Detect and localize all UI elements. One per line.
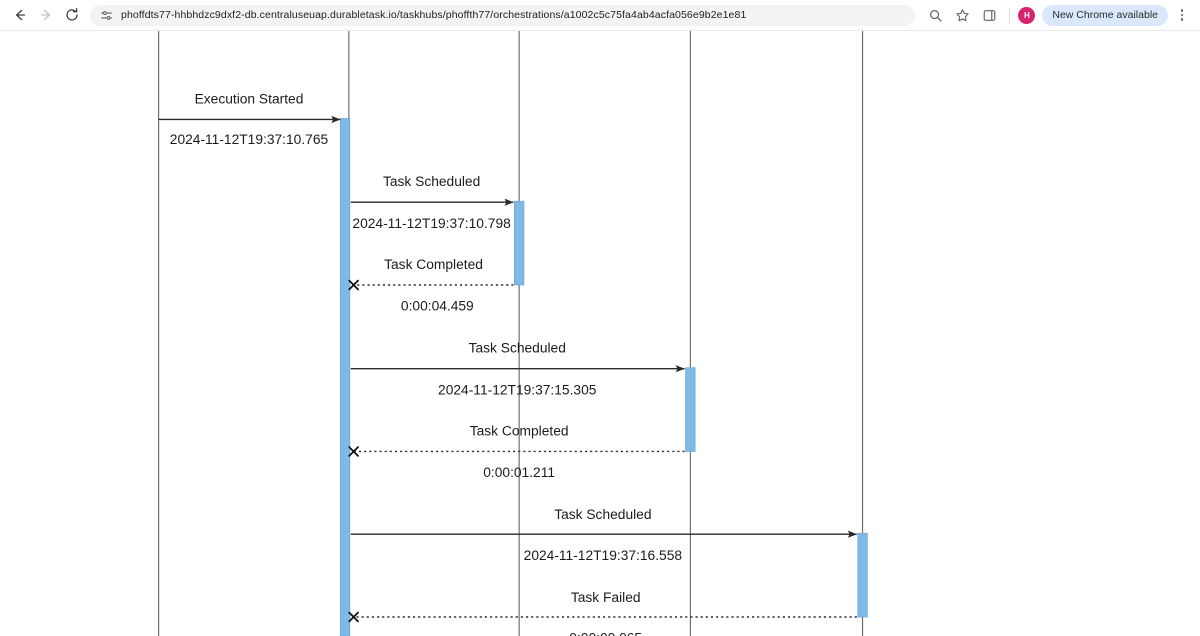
message-label: Task Scheduled bbox=[383, 174, 480, 189]
message-6[interactable]: Task Scheduled 2024-11-12T19:37:16.558 bbox=[350, 507, 858, 563]
message-detail: 0:00:01.211 bbox=[483, 465, 555, 480]
message-5[interactable]: Task Completed 0:00:01.211 bbox=[348, 423, 685, 480]
message-4[interactable]: Task Scheduled 2024-11-12T19:37:15.305 bbox=[350, 341, 685, 398]
message-label: Task Completed bbox=[384, 257, 483, 272]
kebab-dot bbox=[1180, 13, 1184, 17]
chrome-update-pill[interactable]: New Chrome available bbox=[1042, 4, 1168, 26]
reload-icon bbox=[66, 7, 78, 21]
message-label: Task Completed bbox=[470, 423, 569, 438]
message-1[interactable]: Execution Started 2024-11-12T19:37:10.765 bbox=[158, 91, 341, 147]
forward-button[interactable] bbox=[34, 3, 58, 27]
address-bar-url[interactable]: phoffdts77-hhbhdzc9dxf2-db.centraluseuap… bbox=[121, 5, 746, 26]
toolbar-divider bbox=[1009, 7, 1011, 23]
activation-bar-activity1[interactable] bbox=[514, 200, 525, 286]
sequence-diagram: Execution Started 2024-11-12T19:37:10.765… bbox=[158, 31, 868, 636]
bookmark-button[interactable] bbox=[950, 3, 974, 27]
return-terminator-x-icon bbox=[348, 446, 359, 457]
reload-button[interactable] bbox=[60, 3, 84, 27]
activation-bar-activity3[interactable] bbox=[857, 532, 868, 618]
arrow-left-icon bbox=[15, 9, 26, 21]
messages: Execution Started 2024-11-12T19:37:10.765… bbox=[158, 91, 858, 636]
message-label: Execution Started bbox=[195, 91, 304, 106]
message-3[interactable]: Task Completed 0:00:04.459 bbox=[348, 257, 514, 314]
back-button[interactable] bbox=[8, 3, 32, 27]
toolbar-actions: H New Chrome available bbox=[923, 3, 1192, 27]
search-zoom-icon bbox=[929, 9, 942, 21]
kebab-dot bbox=[1180, 18, 1184, 21]
message-label: Task Scheduled bbox=[469, 341, 566, 356]
browser-toolbar: phoffdts77-hhbhdzc9dxf2-db.centraluseuap… bbox=[0, 0, 1200, 31]
side-panel-icon bbox=[983, 9, 996, 21]
activation-bar-activity2[interactable] bbox=[685, 367, 696, 452]
message-label: Task Scheduled bbox=[554, 507, 651, 522]
site-settings-icon[interactable] bbox=[100, 9, 113, 22]
kebab-dot bbox=[1180, 9, 1184, 12]
arrow-right-icon bbox=[40, 9, 51, 21]
message-2[interactable]: Task Scheduled 2024-11-12T19:37:10.798 bbox=[350, 174, 514, 231]
message-detail: 2024-11-12T19:37:16.558 bbox=[524, 548, 683, 563]
address-bar[interactable]: phoffdts77-hhbhdzc9dxf2-db.centraluseuap… bbox=[90, 4, 916, 26]
message-detail: 2024-11-12T19:37:10.798 bbox=[352, 216, 511, 231]
page-content: Execution Started 2024-11-12T19:37:10.765… bbox=[0, 31, 1200, 636]
star-icon bbox=[956, 8, 969, 21]
message-detail: 2024-11-12T19:37:15.305 bbox=[438, 382, 597, 397]
tune-icon bbox=[101, 10, 112, 20]
profile-avatar[interactable]: H bbox=[1018, 6, 1036, 24]
chrome-menu-button[interactable] bbox=[1172, 3, 1192, 27]
lifelines bbox=[158, 31, 864, 636]
message-detail: 0:00:04.459 bbox=[401, 299, 474, 314]
side-panel-button[interactable] bbox=[977, 3, 1001, 27]
activation-bar-orchestrator[interactable] bbox=[339, 118, 351, 636]
return-terminator-x-icon bbox=[348, 279, 359, 291]
message-label: Task Failed bbox=[571, 590, 641, 605]
zoom-button[interactable] bbox=[923, 3, 947, 27]
message-detail: 2024-11-12T19:37:10.765 bbox=[170, 132, 329, 147]
message-7[interactable]: Task Failed 0:00:00.065 bbox=[348, 590, 857, 636]
message-detail: 0:00:00.065 bbox=[569, 631, 642, 636]
